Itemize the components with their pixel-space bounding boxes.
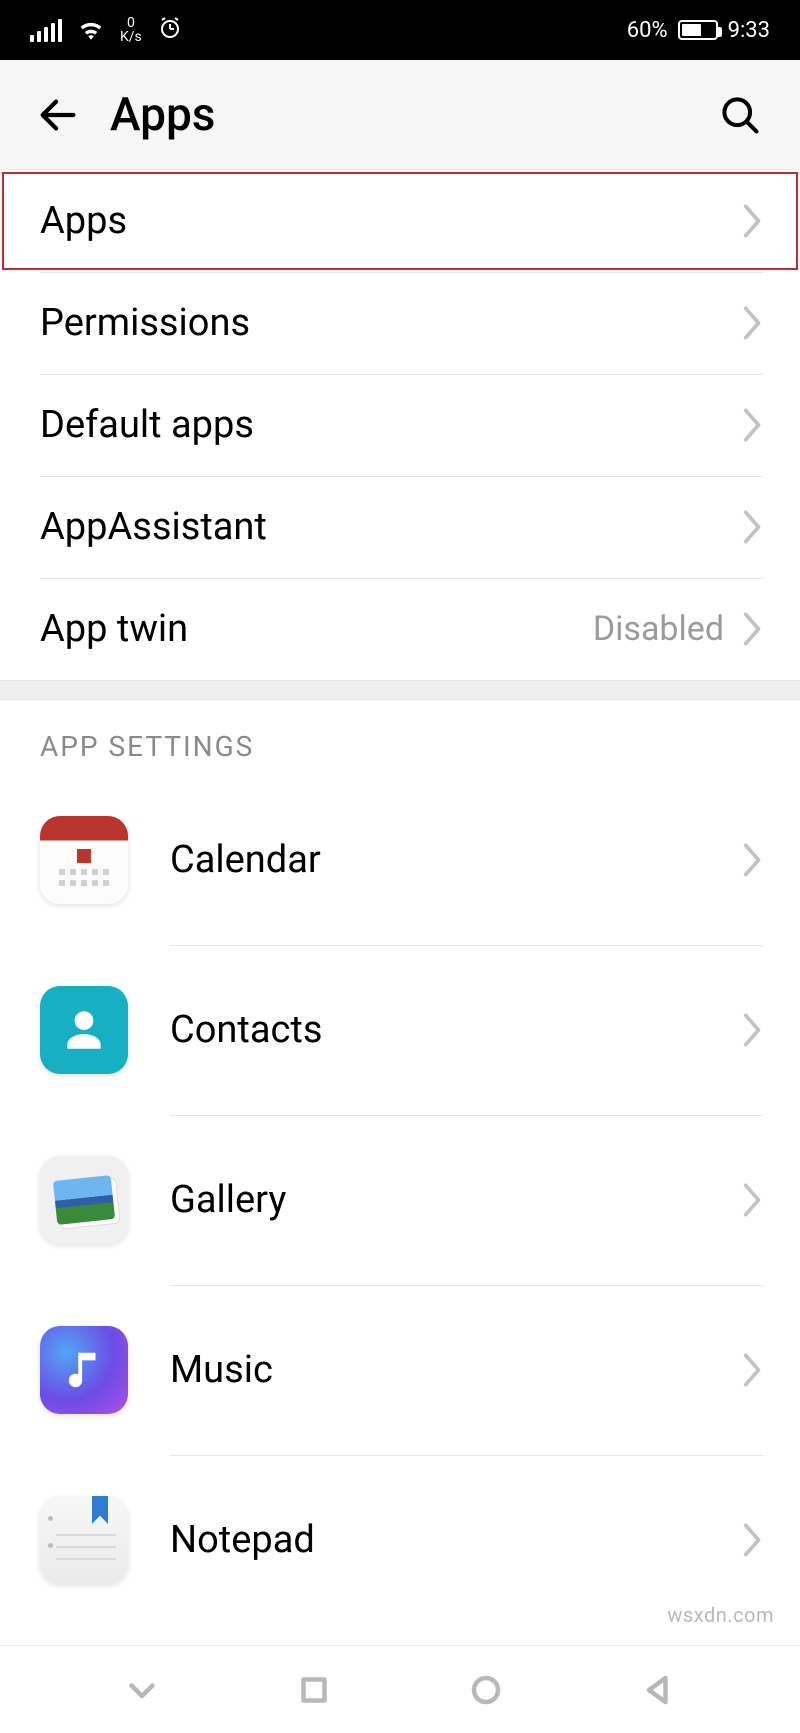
settings-row-label: Default apps	[40, 403, 254, 447]
app-row-notepad[interactable]: Notepad	[0, 1455, 800, 1625]
app-settings-list: Calendar Contacts Gallery Music Notepad	[0, 775, 800, 1625]
chevron-right-icon	[742, 1351, 764, 1389]
settings-row-apps[interactable]: Apps	[0, 170, 800, 272]
app-row-calendar[interactable]: Calendar	[0, 775, 800, 945]
arrow-left-icon	[35, 92, 81, 138]
nav-back-button[interactable]	[628, 1660, 688, 1720]
settings-row-label: Apps	[40, 199, 127, 243]
section-header-app-settings: APP SETTINGS	[0, 700, 800, 775]
app-header: Apps	[0, 60, 800, 170]
settings-row-label: App twin	[40, 607, 188, 651]
chevron-right-icon	[742, 304, 764, 342]
settings-row-app-twin[interactable]: App twin Disabled	[0, 578, 800, 680]
settings-row-appassistant[interactable]: AppAssistant	[0, 476, 800, 578]
nav-hide-button[interactable]	[112, 1660, 172, 1720]
net-speed-indicator: 0 K/s	[120, 16, 142, 44]
nav-recent-button[interactable]	[284, 1660, 344, 1720]
screen: 0 K/s 60% 9:33 Apps	[0, 0, 800, 1733]
chevron-right-icon	[742, 406, 764, 444]
settings-row-value: Disabled	[593, 609, 724, 649]
chevron-right-icon	[742, 508, 764, 546]
app-row-label: Contacts	[170, 1008, 322, 1052]
watermark-text: wsxdn.com	[667, 1603, 774, 1627]
app-row-music[interactable]: Music	[0, 1285, 800, 1455]
app-row-label: Gallery	[170, 1178, 286, 1222]
system-nav-bar	[0, 1645, 800, 1733]
wifi-icon	[78, 17, 104, 43]
nav-home-button[interactable]	[456, 1660, 516, 1720]
settings-row-label: Permissions	[40, 301, 250, 345]
settings-row-default-apps[interactable]: Default apps	[0, 374, 800, 476]
calendar-icon	[40, 816, 128, 904]
circle-icon	[468, 1672, 504, 1708]
triangle-left-icon	[640, 1672, 676, 1708]
app-row-gallery[interactable]: Gallery	[0, 1115, 800, 1285]
app-row-contacts[interactable]: Contacts	[0, 945, 800, 1115]
section-divider	[0, 680, 800, 700]
settings-row-label: AppAssistant	[40, 505, 267, 549]
settings-row-permissions[interactable]: Permissions	[0, 272, 800, 374]
gallery-icon	[40, 1156, 128, 1244]
chevron-right-icon	[742, 610, 764, 648]
search-button[interactable]	[710, 85, 770, 145]
status-right: 60% 9:33	[627, 18, 770, 43]
settings-list: Apps Permissions Default apps AppAssistant A…	[0, 170, 800, 680]
status-bar: 0 K/s 60% 9:33	[0, 0, 800, 60]
battery-icon	[678, 20, 718, 40]
page-title: Apps	[110, 88, 216, 142]
status-left: 0 K/s	[30, 15, 182, 45]
signal-icon	[30, 19, 62, 42]
chevron-right-icon	[742, 1521, 764, 1559]
chevron-down-icon	[124, 1672, 160, 1708]
app-row-label: Notepad	[170, 1518, 315, 1562]
app-row-label: Music	[170, 1348, 273, 1392]
back-button[interactable]	[28, 85, 88, 145]
alarm-icon	[158, 15, 182, 45]
square-icon	[296, 1672, 332, 1708]
net-speed-unit: K/s	[120, 29, 142, 45]
search-icon	[718, 93, 762, 137]
chevron-right-icon	[742, 202, 764, 240]
music-icon	[40, 1326, 128, 1414]
contacts-icon	[40, 986, 128, 1074]
app-row-label: Calendar	[170, 838, 321, 882]
chevron-right-icon	[742, 1011, 764, 1049]
chevron-right-icon	[742, 841, 764, 879]
notepad-icon	[40, 1496, 128, 1584]
chevron-right-icon	[742, 1181, 764, 1219]
clock-text: 9:33	[728, 18, 770, 43]
battery-percent-text: 60%	[627, 18, 668, 43]
